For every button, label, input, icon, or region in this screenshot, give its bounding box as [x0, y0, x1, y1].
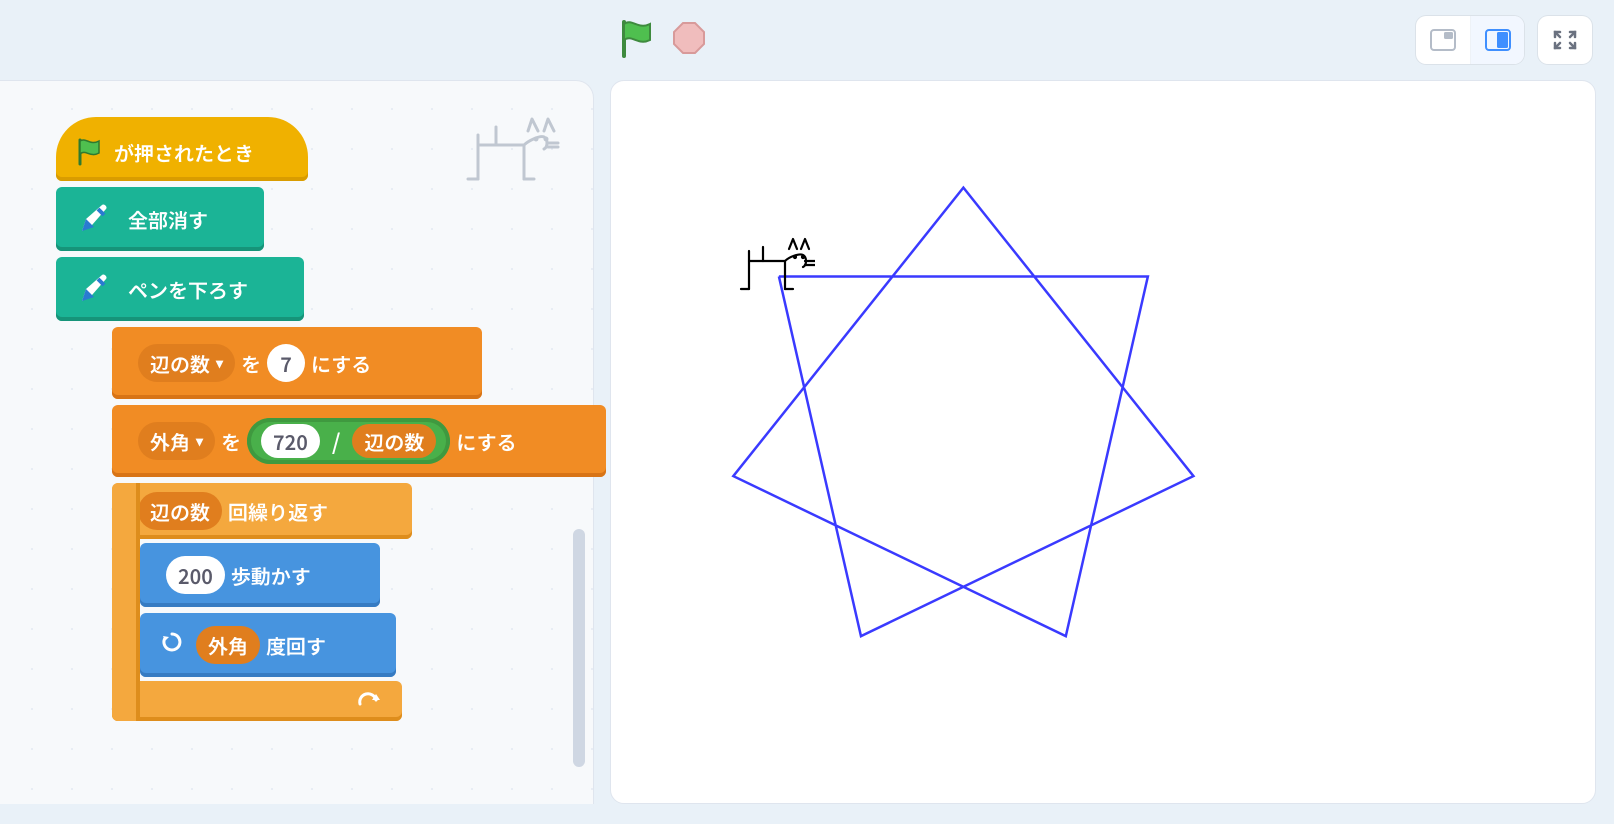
pen-down-block[interactable]: ペンを下ろす — [56, 257, 304, 321]
variable-sides-dropdown[interactable]: 辺の数 ▾ — [138, 344, 235, 382]
stage-size-controls — [1416, 16, 1592, 64]
hat-label: が押されたとき — [114, 138, 254, 167]
chevron-down-icon: ▾ — [216, 353, 223, 373]
run-controls — [618, 18, 706, 58]
scripts-panel[interactable]: が押されたとき 全部消す — [0, 80, 594, 804]
variable-angle-reporter[interactable]: 外角 — [196, 626, 260, 664]
turn-label: 度回す — [266, 631, 326, 660]
green-flag-button[interactable] — [618, 18, 654, 58]
divide-symbol: / — [332, 425, 341, 457]
pen-icon — [76, 271, 112, 307]
set-mid: を — [241, 349, 261, 378]
cat-sprite[interactable] — [739, 237, 815, 300]
move-steps-input[interactable]: 200 — [166, 556, 225, 594]
stage[interactable] — [610, 80, 1596, 804]
chevron-down-icon: ▾ — [196, 431, 203, 451]
set-angle-tail: にする — [456, 427, 516, 456]
repeat-block[interactable]: 辺の数 回繰り返す 200 歩動かす — [112, 483, 412, 721]
set-sides-block[interactable]: 辺の数 ▾ を 7 にする — [112, 327, 482, 399]
repeat-label: 回繰り返す — [228, 497, 328, 526]
top-bar — [0, 0, 1614, 80]
green-flag-icon — [76, 137, 102, 167]
numerator-input[interactable]: 720 — [261, 424, 320, 458]
when-flag-clicked-block[interactable]: が押されたとき — [56, 117, 308, 181]
scripts-scrollbar[interactable] — [573, 529, 585, 767]
stop-button[interactable] — [672, 21, 706, 55]
turn-degrees-block[interactable]: 外角 度回す — [140, 613, 396, 677]
variable-angle-label: 外角 — [150, 427, 190, 456]
variable-sides-label: 辺の数 — [150, 349, 210, 378]
pen-down-label: ペンを下ろす — [128, 275, 248, 304]
stage-size-group — [1416, 16, 1524, 64]
variable-sides-reporter[interactable]: 辺の数 — [138, 492, 222, 530]
divide-operator[interactable]: 720 / 辺の数 — [247, 418, 450, 464]
erase-all-block[interactable]: 全部消す — [56, 187, 264, 251]
block-stack: が押されたとき 全部消す — [56, 117, 606, 721]
move-steps-label: 歩動かす — [231, 561, 311, 590]
loop-arrow-icon — [356, 687, 382, 716]
erase-all-label: 全部消す — [128, 205, 208, 234]
variable-angle-dropdown[interactable]: 外角 ▾ — [138, 422, 215, 460]
fullscreen-button[interactable] — [1538, 16, 1592, 64]
pen-icon — [76, 201, 112, 237]
variable-sides-reporter[interactable]: 辺の数 — [352, 424, 436, 458]
small-stage-button[interactable] — [1416, 16, 1470, 64]
pen-drawing — [611, 81, 1595, 803]
large-stage-button[interactable] — [1470, 16, 1524, 64]
sides-value-input[interactable]: 7 — [267, 344, 305, 382]
set-angle-block[interactable]: 外角 ▾ を 720 / 辺の数 にする — [112, 405, 606, 477]
move-steps-block[interactable]: 200 歩動かす — [140, 543, 380, 607]
set-angle-mid: を — [221, 427, 241, 456]
rotate-cw-icon — [160, 630, 184, 660]
c-block-arm — [112, 483, 140, 721]
set-tail: にする — [311, 349, 371, 378]
